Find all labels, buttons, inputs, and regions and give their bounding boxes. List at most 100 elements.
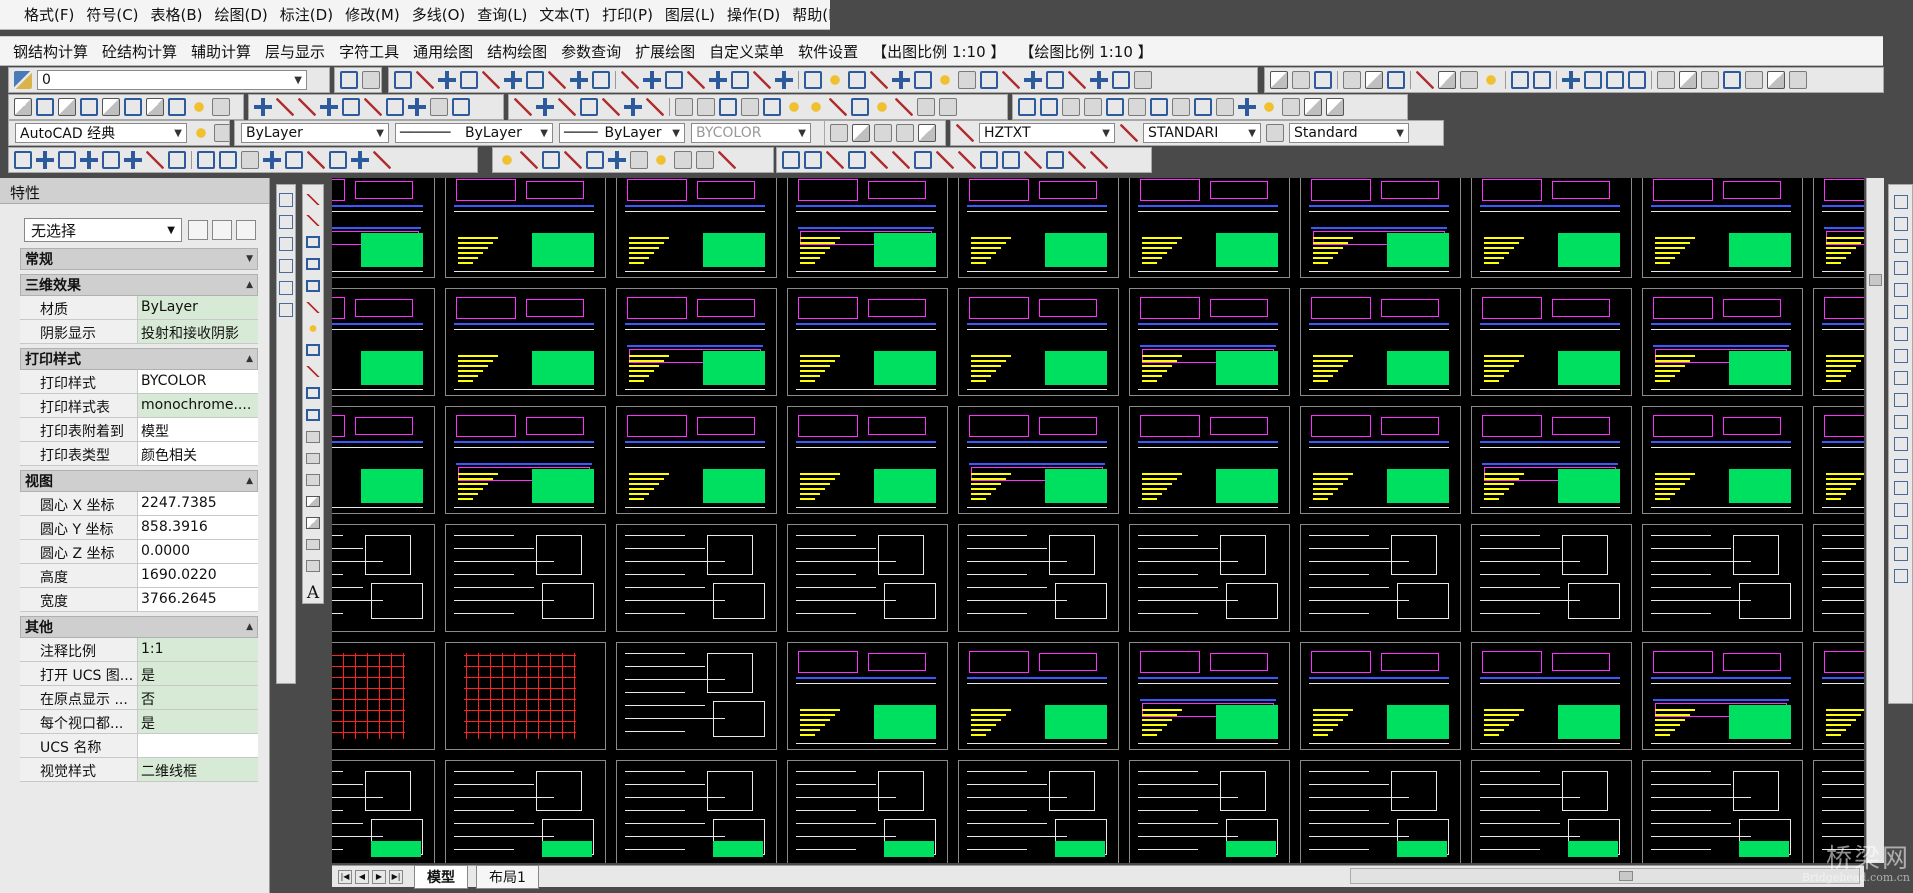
tool-icon[interactable] [1893, 327, 1908, 341]
tool-icon[interactable] [580, 98, 598, 116]
drawing-sheet[interactable] [1642, 178, 1803, 278]
toggle-pickadd-icon[interactable] [188, 220, 208, 240]
tool-icon[interactable] [279, 281, 293, 295]
section-plot-style[interactable]: 打印样式 ▲ [20, 348, 258, 370]
tool-icon[interactable] [807, 98, 825, 116]
first-tab-icon[interactable]: |◀ [338, 869, 352, 884]
prop-value[interactable]: ByLayer [138, 296, 258, 319]
tool-icon[interactable] [782, 151, 800, 169]
drawing-sheet[interactable] [332, 178, 435, 278]
menu-char-tools[interactable]: 字符工具 [332, 41, 406, 62]
tool-icon[interactable] [936, 151, 954, 169]
menu-draw[interactable]: 绘图(D) [209, 4, 274, 25]
tool-icon[interactable] [741, 98, 759, 116]
prop-row[interactable]: 宽度 3766.2645 [20, 588, 258, 612]
tool-icon[interactable] [1068, 151, 1086, 169]
scroll-thumb[interactable] [1869, 274, 1882, 286]
tool-icon[interactable] [14, 98, 32, 116]
zoom-prev-icon[interactable] [1628, 71, 1646, 89]
insert-block-icon[interactable] [306, 431, 320, 443]
polygon-icon[interactable] [306, 258, 320, 271]
tool-icon[interactable] [279, 237, 293, 251]
tool-icon[interactable] [285, 151, 303, 169]
menu-symbol[interactable]: 符号(C) [80, 4, 144, 25]
prop-value[interactable]: 是 [138, 662, 258, 685]
prop-row[interactable]: 注释比例 1:1 [20, 638, 258, 662]
drawing-canvas[interactable] [332, 178, 1864, 863]
drawing-sheet[interactable] [1129, 288, 1290, 396]
tool-icon[interactable] [687, 71, 705, 89]
tool-icon[interactable] [80, 151, 98, 169]
prop-row[interactable]: 视觉样式 二维线框 [20, 758, 258, 782]
tool-icon[interactable] [558, 98, 576, 116]
prop-row[interactable]: 阴影显示 投射和接收阴影 [20, 320, 258, 344]
tool-icon[interactable] [731, 71, 749, 89]
prop-value[interactable]: 3766.2645 [138, 588, 258, 611]
drawing-sheet[interactable] [1642, 760, 1803, 863]
tool-icon[interactable] [542, 151, 560, 169]
tool-icon[interactable] [1893, 459, 1908, 473]
prop-value[interactable]: 2247.7385 [138, 492, 258, 515]
tool-icon[interactable] [980, 71, 998, 89]
layer-combo[interactable]: 0 ▼ [37, 70, 307, 90]
prop-value[interactable]: BYCOLOR [138, 370, 258, 393]
tool-icon[interactable] [58, 151, 76, 169]
tool-icon[interactable] [1893, 415, 1908, 429]
tool-icon[interactable] [1172, 98, 1190, 116]
tool-icon[interactable] [918, 124, 936, 142]
tool-icon[interactable] [1112, 71, 1130, 89]
prop-row[interactable]: 材质 ByLayer [20, 296, 258, 320]
tool-icon[interactable] [804, 71, 822, 89]
mtext-icon[interactable]: A [307, 583, 319, 603]
menu-text[interactable]: 文本(T) [533, 4, 596, 25]
tool-icon[interactable] [1062, 98, 1080, 116]
spline-icon[interactable] [306, 366, 320, 378]
tool-icon[interactable] [674, 151, 692, 169]
select-objects-icon[interactable] [212, 220, 232, 240]
tool-icon[interactable] [526, 71, 544, 89]
tool-icon[interactable] [696, 151, 714, 169]
tool-icon[interactable] [1893, 525, 1908, 539]
draw-scale[interactable]: 【绘图比例 1:10 】 [1012, 41, 1159, 62]
tool-icon[interactable] [168, 98, 186, 116]
tool-icon[interactable] [279, 259, 293, 273]
drawing-sheet[interactable] [1642, 406, 1803, 514]
layer-manager-icon[interactable] [14, 71, 32, 89]
prop-value[interactable]: monochrome.... [138, 394, 258, 417]
menu-aux-calc[interactable]: 辅助计算 [184, 41, 258, 62]
drawing-sheet[interactable] [1471, 642, 1632, 750]
tool-icon[interactable] [1893, 569, 1908, 583]
tool-icon[interactable] [608, 151, 626, 169]
drawing-sheet[interactable] [1471, 524, 1632, 632]
tool-icon[interactable] [665, 71, 683, 89]
tool-icon[interactable] [1893, 393, 1908, 407]
tool-icon[interactable] [753, 71, 771, 89]
drawing-sheet[interactable] [1129, 642, 1290, 750]
drawing-sheet[interactable] [445, 760, 606, 863]
drawing-sheet[interactable] [787, 178, 948, 278]
drawing-sheet[interactable] [1471, 406, 1632, 514]
menu-layer-display[interactable]: 层与显示 [258, 41, 332, 62]
menu-steel-calc[interactable]: 钢结构计算 [6, 41, 95, 62]
region-icon[interactable] [306, 538, 320, 551]
pan-icon[interactable] [1562, 71, 1580, 89]
tool-icon[interactable] [1128, 98, 1146, 116]
tool-icon[interactable] [874, 124, 892, 142]
section-view[interactable]: 视图 ▲ [20, 470, 258, 492]
tool-icon[interactable] [36, 151, 54, 169]
tool-icon[interactable] [14, 151, 32, 169]
pline-icon[interactable] [306, 236, 320, 249]
tool-icon[interactable] [621, 71, 639, 89]
linetype-combo[interactable]: ────── ByLayer ▼ [395, 123, 553, 143]
tool-icon[interactable] [1090, 151, 1108, 169]
tool-icon[interactable] [1893, 305, 1908, 319]
tool-icon[interactable] [351, 151, 369, 169]
drawing-sheet[interactable] [958, 288, 1119, 396]
tool-icon[interactable] [329, 151, 347, 169]
tool-icon[interactable] [520, 151, 538, 169]
cut-icon[interactable] [1416, 71, 1434, 89]
output-scale[interactable]: 【出图比例 1:10 】 [865, 41, 1012, 62]
tool-icon[interactable] [564, 151, 582, 169]
drawing-sheet[interactable] [1129, 406, 1290, 514]
tool-icon[interactable] [124, 151, 142, 169]
